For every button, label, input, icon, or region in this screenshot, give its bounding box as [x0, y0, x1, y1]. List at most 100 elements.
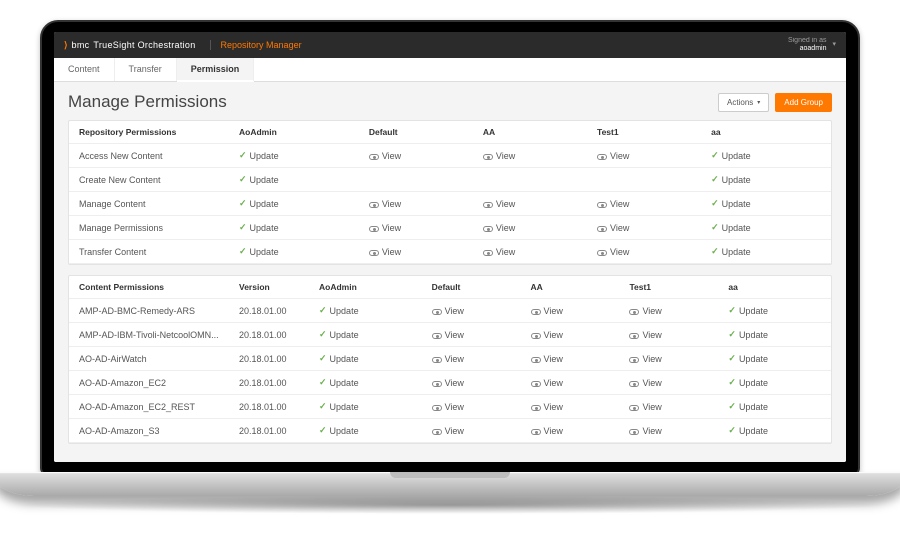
permission-cell[interactable]: ✓ Update: [309, 299, 422, 323]
permission-cell[interactable]: ✓ Update: [718, 323, 831, 347]
permission-cell[interactable]: View: [521, 419, 620, 443]
row-name[interactable]: Manage Content: [69, 192, 229, 216]
permission-label: Update: [739, 426, 768, 436]
column-header[interactable]: AoAdmin: [229, 121, 359, 144]
permission-cell[interactable]: View: [422, 299, 521, 323]
permission-cell[interactable]: ✓ Update: [718, 395, 831, 419]
permission-label: View: [642, 306, 661, 316]
permission-cell[interactable]: View: [521, 323, 620, 347]
permission-cell[interactable]: View: [422, 371, 521, 395]
permission-cell[interactable]: View: [587, 192, 701, 216]
eye-icon: [432, 309, 442, 315]
column-header[interactable]: Default: [359, 121, 473, 144]
table-row: AO-AD-Amazon_S320.18.01.00✓ Update View …: [69, 419, 831, 443]
tab-content[interactable]: Content: [54, 58, 115, 81]
tab-permission[interactable]: Permission: [177, 58, 255, 82]
permission-cell[interactable]: View: [422, 323, 521, 347]
permission-cell[interactable]: View: [521, 371, 620, 395]
permission-cell[interactable]: View: [587, 240, 701, 264]
permission-cell[interactable]: ✓ Update: [718, 347, 831, 371]
row-name[interactable]: AO-AD-Amazon_EC2_REST: [69, 395, 229, 419]
permission-cell[interactable]: View: [473, 240, 587, 264]
column-header[interactable]: AA: [473, 121, 587, 144]
permission-cell[interactable]: ✓ Update: [309, 347, 422, 371]
permission-label: View: [610, 151, 629, 161]
permission-label: View: [382, 247, 401, 257]
permission-label: Update: [250, 223, 279, 233]
permission-cell[interactable]: ✓ Update: [229, 192, 359, 216]
permission-cell[interactable]: View: [359, 144, 473, 168]
permission-cell[interactable]: ✓ Update: [701, 240, 831, 264]
column-header[interactable]: AA: [521, 276, 620, 299]
user-menu[interactable]: Signed in as aoadmin ▾: [788, 37, 836, 52]
permission-cell[interactable]: ✓ Update: [229, 216, 359, 240]
permission-cell[interactable]: View: [422, 395, 521, 419]
permission-cell[interactable]: ✓ Update: [309, 419, 422, 443]
permission-cell[interactable]: ✓ Update: [309, 395, 422, 419]
permission-label: View: [642, 426, 661, 436]
permission-cell[interactable]: ✓ Update: [701, 168, 831, 192]
permission-cell[interactable]: View: [473, 192, 587, 216]
column-header[interactable]: AoAdmin: [309, 276, 422, 299]
row-name[interactable]: Access New Content: [69, 144, 229, 168]
eye-icon: [369, 226, 379, 232]
permission-cell[interactable]: View: [587, 144, 701, 168]
row-name[interactable]: AMP-AD-BMC-Remedy-ARS: [69, 299, 229, 323]
permission-cell[interactable]: View: [619, 299, 718, 323]
permission-cell[interactable]: View: [619, 323, 718, 347]
screen: ⟩ bmc TrueSight Orchestration Repository…: [54, 32, 846, 462]
column-header[interactable]: Default: [422, 276, 521, 299]
tab-transfer[interactable]: Transfer: [115, 58, 177, 81]
row-name[interactable]: AO-AD-Amazon_S3: [69, 419, 229, 443]
permission-cell[interactable]: View: [473, 144, 587, 168]
permission-cell[interactable]: View: [521, 299, 620, 323]
column-header[interactable]: aa: [701, 121, 831, 144]
permission-cell[interactable]: [473, 168, 587, 192]
row-name[interactable]: AMP-AD-IBM-Tivoli-NetcoolOMN...: [69, 323, 229, 347]
column-header[interactable]: Test1: [587, 121, 701, 144]
permission-cell[interactable]: View: [521, 347, 620, 371]
row-name[interactable]: Manage Permissions: [69, 216, 229, 240]
row-name[interactable]: Transfer Content: [69, 240, 229, 264]
permission-cell[interactable]: View: [619, 371, 718, 395]
permission-cell[interactable]: ✓ Update: [701, 144, 831, 168]
permission-cell[interactable]: ✓ Update: [309, 371, 422, 395]
row-name[interactable]: Create New Content: [69, 168, 229, 192]
permission-label: Update: [739, 330, 768, 340]
permission-cell[interactable]: ✓ Update: [229, 144, 359, 168]
permission-cell[interactable]: View: [619, 419, 718, 443]
permission-cell[interactable]: [587, 168, 701, 192]
row-name[interactable]: AO-AD-AirWatch: [69, 347, 229, 371]
permission-cell[interactable]: ✓ Update: [718, 419, 831, 443]
permission-label: View: [642, 378, 661, 388]
permission-cell[interactable]: ✓ Update: [718, 299, 831, 323]
permission-cell[interactable]: View: [422, 347, 521, 371]
permission-cell[interactable]: View: [359, 216, 473, 240]
permission-label: View: [382, 199, 401, 209]
permission-label: Update: [722, 247, 751, 257]
column-header[interactable]: aa: [718, 276, 831, 299]
permission-cell[interactable]: View: [473, 216, 587, 240]
permission-cell[interactable]: View: [587, 216, 701, 240]
eye-icon: [432, 429, 442, 435]
column-header[interactable]: Test1: [619, 276, 718, 299]
permission-cell[interactable]: View: [359, 240, 473, 264]
row-name[interactable]: AO-AD-Amazon_EC2: [69, 371, 229, 395]
eye-icon: [629, 333, 639, 339]
permission-cell[interactable]: ✓ Update: [309, 323, 422, 347]
permission-cell[interactable]: View: [521, 395, 620, 419]
check-icon: ✓: [728, 305, 736, 316]
permission-cell[interactable]: View: [422, 419, 521, 443]
permission-label: Update: [330, 354, 359, 364]
permission-cell[interactable]: [359, 168, 473, 192]
add-group-button[interactable]: Add Group: [775, 93, 832, 112]
permission-cell[interactable]: View: [619, 395, 718, 419]
permission-cell[interactable]: ✓ Update: [701, 192, 831, 216]
permission-cell[interactable]: View: [359, 192, 473, 216]
permission-cell[interactable]: ✓ Update: [229, 168, 359, 192]
permission-cell[interactable]: View: [619, 347, 718, 371]
permission-cell[interactable]: ✓ Update: [701, 216, 831, 240]
permission-cell[interactable]: ✓ Update: [229, 240, 359, 264]
actions-dropdown[interactable]: Actions ▾: [718, 93, 769, 112]
permission-cell[interactable]: ✓ Update: [718, 371, 831, 395]
